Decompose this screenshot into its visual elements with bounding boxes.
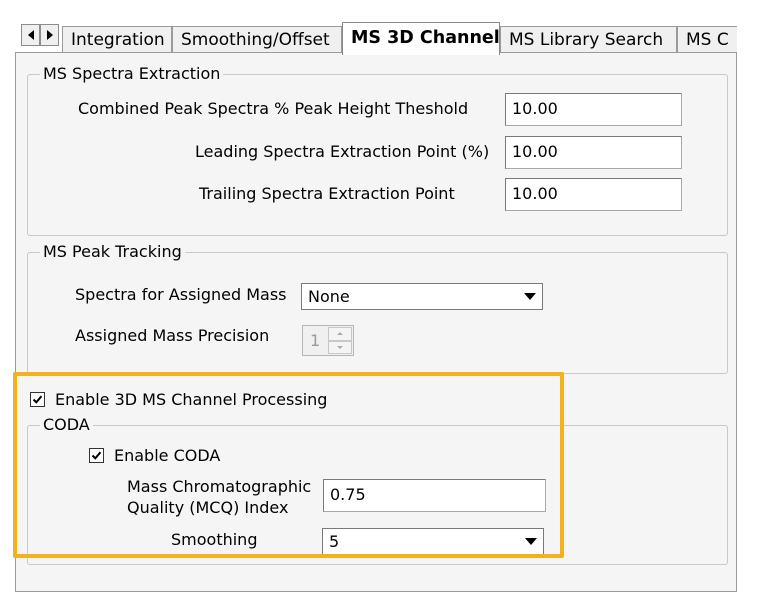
combined-threshold-input[interactable]: 10.00 — [505, 93, 682, 126]
arrow-down-icon — [337, 345, 343, 349]
chevron-down-icon — [525, 538, 537, 545]
leading-extraction-label: Leading Spectra Extraction Point (%) — [195, 142, 490, 161]
tab-ms-3d-channel[interactable]: MS 3D Channel — [342, 22, 500, 55]
combined-threshold-label: Combined Peak Spectra % Peak Height Thes… — [78, 99, 469, 118]
spectra-assigned-mass-select[interactable]: None — [301, 283, 543, 310]
trailing-extraction-label: Trailing Spectra Extraction Point — [199, 184, 455, 203]
trailing-extraction-input[interactable]: 10.00 — [505, 178, 682, 211]
spectra-extraction-legend: MS Spectra Extraction — [40, 64, 224, 83]
enable-3d-ms-checkbox[interactable] — [30, 392, 45, 407]
leading-extraction-input[interactable]: 10.00 — [505, 136, 682, 169]
mcq-index-input[interactable]: 0.75 — [323, 479, 546, 512]
arrow-left-icon — [27, 30, 34, 40]
mcq-label-line2: Quality (MCQ) Index — [127, 498, 289, 517]
enable-coda-checkbox[interactable] — [89, 448, 104, 463]
smoothing-value: 5 — [329, 532, 340, 551]
arrow-right-icon — [46, 30, 53, 40]
spectra-assigned-mass-value: None — [308, 287, 350, 306]
assigned-mass-precision-label: Assigned Mass Precision — [75, 326, 270, 345]
dropdown-button[interactable] — [520, 530, 542, 553]
mcq-label-line1: Mass Chromatographic — [127, 477, 312, 496]
assigned-mass-precision-spinner: 1 — [302, 325, 354, 356]
tab-ms-c[interactable]: MS C — [677, 26, 737, 53]
tab-smoothing-offset[interactable]: Smoothing/Offset — [172, 26, 342, 53]
peak-tracking-group — [27, 252, 728, 374]
smoothing-label: Smoothing — [171, 530, 258, 549]
spin-up-button — [328, 327, 352, 341]
tab-scroll-right-button[interactable] — [40, 24, 59, 46]
spin-down-button — [328, 340, 352, 354]
tab-integration[interactable]: Integration — [62, 26, 172, 53]
spectra-assigned-mass-label: Spectra for Assigned Mass — [75, 285, 287, 304]
checkmark-icon — [91, 451, 102, 460]
checkmark-icon — [32, 395, 43, 404]
enable-3d-ms-label: Enable 3D MS Channel Processing — [55, 390, 328, 409]
arrow-up-icon — [337, 332, 343, 336]
assigned-mass-precision-value: 1 — [310, 331, 321, 350]
dropdown-button[interactable] — [519, 285, 541, 308]
enable-coda-label: Enable CODA — [114, 446, 221, 465]
smoothing-select[interactable]: 5 — [322, 528, 544, 555]
tab-ms-library-search[interactable]: MS Library Search — [500, 26, 677, 53]
chevron-down-icon — [524, 293, 536, 300]
tab-scroll-left-button[interactable] — [21, 24, 40, 46]
peak-tracking-legend: MS Peak Tracking — [40, 242, 185, 261]
coda-legend: CODA — [40, 415, 93, 434]
